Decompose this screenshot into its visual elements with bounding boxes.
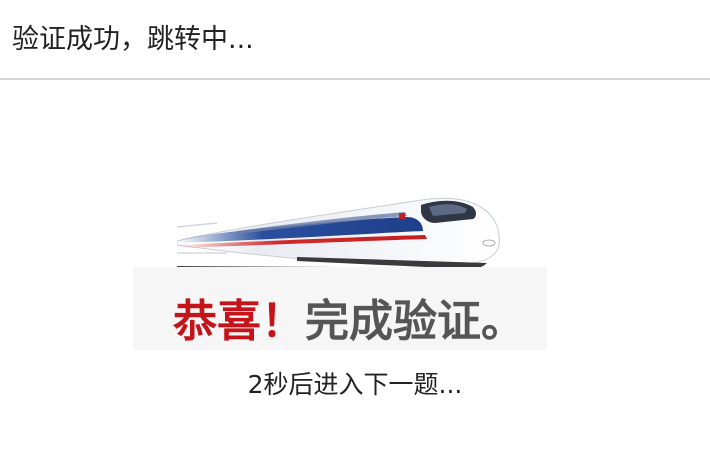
success-banner: 恭喜！完成验证。 [133,267,547,350]
page-title: 验证成功，跳转中... [12,24,254,55]
congrats-text: 恭喜！ [173,296,305,347]
status-header: 验证成功，跳转中... [0,0,710,80]
success-panel: 恭喜！完成验证。 [133,175,547,350]
success-headline: 恭喜！完成验证。 [173,295,525,349]
completion-text: 完成验证。 [305,296,525,347]
captcha-success-page: 验证成功，跳转中... 恭喜！完成验证。 2秒后进入下一题... [0,0,710,470]
countdown-text: 2秒后进入下一题... [247,370,463,399]
train-illustration [177,197,500,270]
